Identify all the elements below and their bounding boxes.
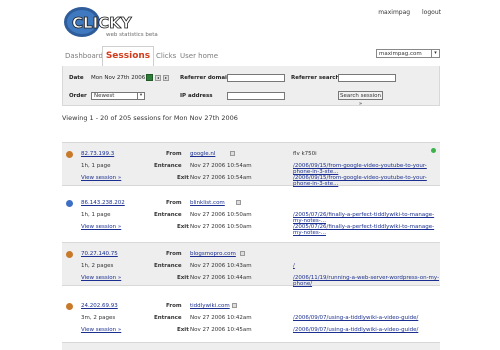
order-select[interactable]: Newest ▾ (91, 92, 145, 100)
svg-text:CLICKY: CLICKY (72, 14, 133, 32)
session-row: 70.27.140.75 1h, 2 pages View session » … (62, 242, 440, 287)
view-session-link[interactable]: View session » (81, 327, 121, 333)
next-day-icon[interactable]: ▸ (163, 75, 169, 81)
from-label: From (166, 303, 182, 309)
chevron-down-icon: ▾ (137, 93, 144, 99)
session-row: 86.143.238.202 1h, 1 page View session »… (62, 192, 440, 236)
entrance-label: Entrance (154, 212, 182, 218)
external-link-icon[interactable] (236, 200, 241, 205)
tab-clicks[interactable]: Clicks (156, 52, 176, 60)
calendar-icon[interactable] (146, 74, 153, 81)
session-duration: 1h, 2 pages (81, 263, 114, 269)
external-link-icon[interactable] (230, 151, 235, 156)
exit-time: Nov 27 2006 10:45am (190, 327, 252, 333)
browser-icon (66, 200, 73, 207)
chevron-down-icon: ▾ (431, 50, 439, 57)
search-keyword: flv k750i (293, 151, 317, 157)
entrance-time: Nov 27 2006 10:54am (190, 163, 252, 169)
session-row: 82.73.199.3 1h, 1 page View session » Fr… (62, 142, 440, 187)
session-row (62, 342, 440, 350)
tab-user-home[interactable]: User home (180, 52, 218, 60)
tab-dashboard[interactable]: Dashboard (65, 52, 103, 60)
session-duration: 1h, 1 page (81, 163, 111, 169)
username-link[interactable]: maximpag (378, 9, 410, 16)
referrer-domain-input[interactable] (227, 74, 285, 82)
exit-label: Exit (177, 175, 189, 181)
session-ip-link[interactable]: 86.143.238.202 (81, 200, 125, 206)
entrance-label: Entrance (154, 163, 182, 169)
session-ip-link[interactable]: 24.202.69.93 (81, 303, 118, 309)
entrance-time: Nov 27 2006 10:42am (190, 315, 252, 321)
session-ip-link[interactable]: 70.27.140.75 (81, 251, 118, 257)
referrer-search-label: Referrer search (291, 75, 340, 81)
external-link-icon[interactable] (232, 303, 237, 308)
entrance-label: Entrance (154, 263, 182, 269)
exit-label: Exit (177, 224, 189, 230)
entrance-url-link[interactable]: /2006/09/07/using-a-tiddlywiki-a-video-g… (293, 315, 418, 321)
referrer-search-input[interactable] (338, 74, 396, 82)
referrer-link[interactable]: google.nl (190, 151, 215, 157)
ip-input[interactable] (227, 92, 285, 100)
exit-time: Nov 27 2006 10:44am (190, 275, 252, 281)
site-select[interactable]: maximpag.com ▾ (376, 49, 440, 58)
exit-url-link[interactable]: /2006/09/07/using-a-tiddlywiki-a-video-g… (293, 327, 418, 333)
view-session-link[interactable]: View session » (81, 175, 121, 181)
viewing-summary: Viewing 1 - 20 of 205 sessions for Mon N… (62, 114, 238, 122)
referrer-link[interactable]: tiddlywiki.com (190, 303, 230, 309)
session-duration: 1h, 1 page (81, 212, 111, 218)
browser-icon (66, 151, 73, 158)
exit-url-link[interactable]: /2006/11/19/running-a-web-server-wordpre… (293, 275, 440, 287)
session-row: 24.202.69.93 3m, 2 pages View session » … (62, 295, 440, 339)
exit-url-link[interactable]: /2005/07/26/finally-a-perfect-tiddlywiki… (293, 224, 440, 236)
entrance-url-link[interactable]: /2005/07/26/finally-a-perfect-tiddlywiki… (293, 212, 440, 224)
referrer-domain-label: Referrer domain (180, 75, 231, 81)
tab-sessions[interactable]: Sessions (102, 46, 154, 66)
exit-url-link[interactable]: /2006/09/15/from-google-video-youtube-to… (293, 175, 440, 187)
tab-bar: Dashboard Sessions Clicks User home maxi… (62, 46, 440, 67)
external-link-icon[interactable] (240, 251, 245, 256)
exit-label: Exit (177, 275, 189, 281)
exit-label: Exit (177, 327, 189, 333)
browser-icon (66, 303, 73, 310)
online-status-icon (431, 148, 436, 153)
user-links: maximpag logout (368, 9, 441, 16)
date-value: Mon Nov 27th 2006 (91, 75, 146, 81)
from-label: From (166, 151, 182, 157)
session-ip-link[interactable]: 82.73.199.3 (81, 151, 114, 157)
from-label: From (166, 251, 182, 257)
referrer-link[interactable]: blogsmopro.com (190, 251, 236, 257)
browser-icon (66, 251, 73, 258)
from-label: From (166, 200, 182, 206)
order-label: Order (69, 93, 87, 99)
search-session-button[interactable]: Search session » (338, 91, 383, 107)
tagline: web statistics beta (106, 32, 158, 38)
entrance-url-link[interactable]: /2006/09/15/from-google-video-youtube-to… (293, 163, 440, 175)
logout-link[interactable]: logout (422, 9, 441, 16)
exit-time: Nov 27 2006 10:54am (190, 175, 252, 181)
entrance-time: Nov 27 2006 10:43am (190, 263, 252, 269)
entrance-time: Nov 27 2006 10:50am (190, 212, 252, 218)
view-session-link[interactable]: View session » (81, 224, 121, 230)
prev-day-icon[interactable]: ◂ (155, 75, 161, 81)
entrance-url-link[interactable]: / (293, 263, 295, 269)
entrance-label: Entrance (154, 315, 182, 321)
filter-panel: Date Mon Nov 27th 2006 ◂ ▸ Referrer doma… (62, 66, 440, 107)
session-duration: 3m, 2 pages (81, 315, 116, 321)
view-session-link[interactable]: View session » (81, 275, 121, 281)
exit-time: Nov 27 2006 10:50am (190, 224, 252, 230)
date-label: Date (69, 75, 84, 81)
ip-label: IP address (180, 93, 213, 99)
referrer-link[interactable]: blinklist.com (190, 200, 225, 206)
